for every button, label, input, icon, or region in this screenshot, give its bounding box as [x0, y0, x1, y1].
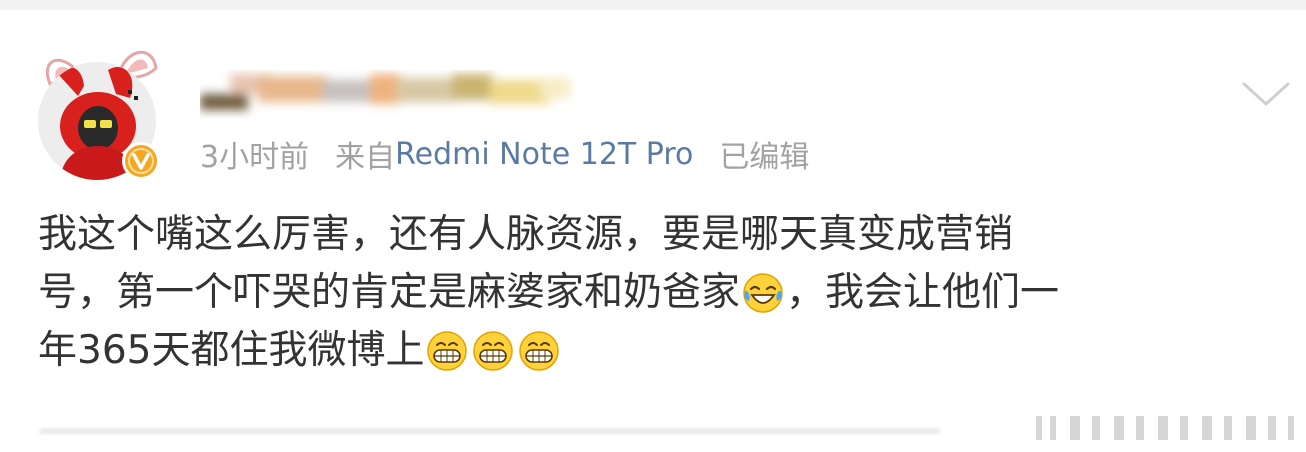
source-prefix: 来自	[335, 140, 396, 175]
post-meta: 3小时前 来自 Redmi Note 12T Pro 已编辑	[200, 134, 810, 176]
chevron-down-icon	[1242, 82, 1290, 106]
post-time: 3小时前	[200, 140, 310, 175]
verified-badge	[122, 142, 160, 180]
laughing-tears-emoji-icon	[743, 273, 783, 313]
content-line-2: 号，第一个吓哭的肯定是麻婆家和奶爸家 ，我会让他们一	[38, 264, 1278, 322]
username-blurred[interactable]	[200, 70, 580, 118]
avatar-container[interactable]	[30, 44, 170, 184]
redaction-bars-icon	[1036, 416, 1294, 440]
top-divider-strip	[0, 0, 1306, 10]
source-device-link[interactable]: Redmi Note 12T Pro	[395, 137, 693, 172]
post-content: 我这个嘴这么厉害，还有人脉资源，要是哪天真变成营销 号，第一个吓哭的肯定是麻婆家…	[38, 206, 1278, 380]
content-text-2b: ，我会让他们一	[786, 270, 1060, 315]
content-line-3: 年365天都住我微博上	[38, 322, 1278, 380]
grin-emoji-icon	[427, 331, 468, 371]
grin-emoji-icon	[519, 331, 560, 371]
verified-v-badge-icon	[125, 145, 157, 177]
content-line-1: 我这个嘴这么厉害，还有人脉资源，要是哪天真变成营销	[38, 206, 1278, 264]
weibo-post-card: 3小时前 来自 Redmi Note 12T Pro 已编辑 我这个嘴这么厉害，…	[0, 10, 1306, 440]
more-options-button[interactable]	[1238, 74, 1294, 114]
cropped-next-line	[0, 416, 1306, 448]
edited-label: 已编辑	[719, 140, 810, 175]
content-text-2a: 号，第一个吓哭的肯定是麻婆家和奶爸家	[38, 270, 741, 315]
content-text-1: 我这个嘴这么厉害，还有人脉资源，要是哪天真变成营销	[38, 212, 1014, 257]
grin-emoji-icon	[473, 331, 514, 371]
content-text-3: 年365天都住我微博上	[38, 328, 425, 373]
